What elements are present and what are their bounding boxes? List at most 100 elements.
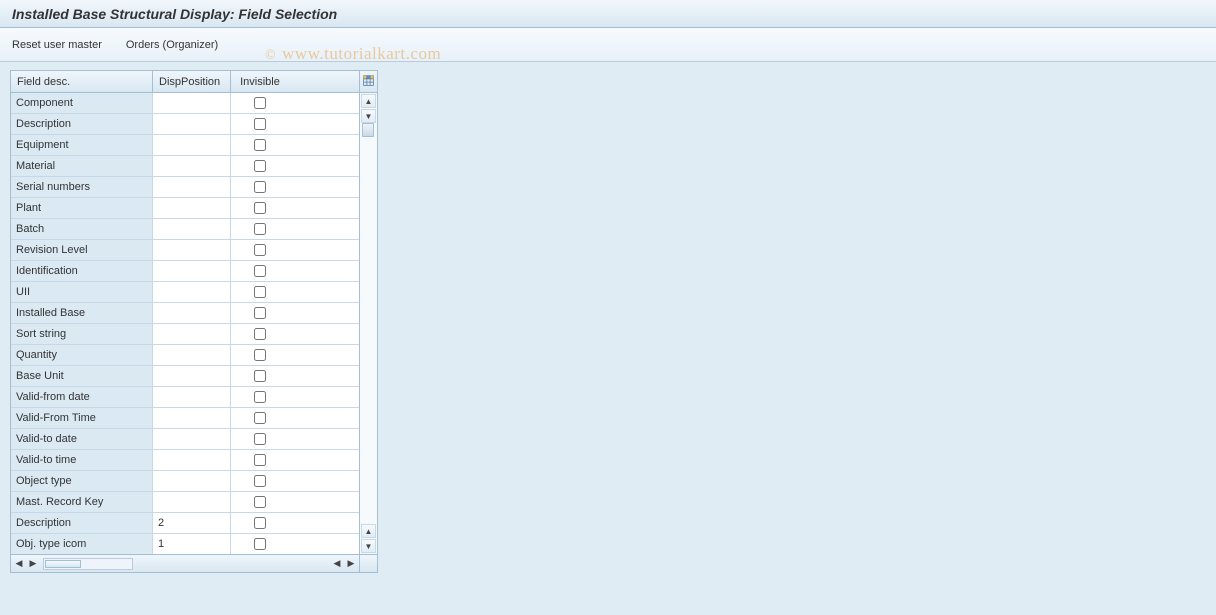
- scroll-right-icon[interactable]: ▶: [27, 558, 39, 570]
- orders-organizer-button[interactable]: Orders (Organizer): [126, 39, 218, 51]
- field-desc-cell[interactable]: Quantity: [11, 345, 153, 365]
- field-desc-cell[interactable]: Description: [11, 114, 153, 134]
- disp-position-input[interactable]: [158, 200, 225, 216]
- invisible-checkbox[interactable]: [254, 286, 266, 298]
- disp-position-cell[interactable]: [153, 429, 231, 449]
- disp-position-cell[interactable]: [153, 261, 231, 281]
- scroll-left-icon[interactable]: ◀: [13, 558, 25, 570]
- disp-position-cell[interactable]: [153, 513, 231, 533]
- field-desc-cell[interactable]: Serial numbers: [11, 177, 153, 197]
- column-header-invisible[interactable]: Invisible: [231, 71, 289, 92]
- invisible-checkbox[interactable]: [254, 538, 266, 550]
- scroll-page-down-icon[interactable]: ▲: [361, 524, 376, 538]
- invisible-checkbox[interactable]: [254, 118, 266, 130]
- field-desc-cell[interactable]: Description: [11, 513, 153, 533]
- disp-position-cell[interactable]: [153, 135, 231, 155]
- disp-position-cell[interactable]: [153, 219, 231, 239]
- field-desc-cell[interactable]: Valid-from date: [11, 387, 153, 407]
- disp-position-input[interactable]: [158, 137, 225, 153]
- hscroll-thumb[interactable]: [45, 560, 81, 568]
- invisible-checkbox[interactable]: [254, 391, 266, 403]
- disp-position-cell[interactable]: [153, 366, 231, 386]
- scroll-page-up-icon[interactable]: ▼: [361, 109, 376, 123]
- disp-position-cell[interactable]: [153, 492, 231, 512]
- disp-position-input[interactable]: [158, 221, 225, 237]
- field-desc-cell[interactable]: Equipment: [11, 135, 153, 155]
- invisible-checkbox[interactable]: [254, 265, 266, 277]
- field-desc-cell[interactable]: Mast. Record Key: [11, 492, 153, 512]
- field-desc-cell[interactable]: Material: [11, 156, 153, 176]
- disp-position-cell[interactable]: [153, 471, 231, 491]
- disp-position-cell[interactable]: [153, 534, 231, 554]
- disp-position-cell[interactable]: [153, 282, 231, 302]
- invisible-checkbox[interactable]: [254, 223, 266, 235]
- invisible-checkbox[interactable]: [254, 181, 266, 193]
- field-desc-cell[interactable]: Object type: [11, 471, 153, 491]
- field-desc-cell[interactable]: Base Unit: [11, 366, 153, 386]
- invisible-checkbox[interactable]: [254, 97, 266, 109]
- invisible-checkbox[interactable]: [254, 412, 266, 424]
- disp-position-input[interactable]: [158, 536, 225, 552]
- disp-position-cell[interactable]: [153, 198, 231, 218]
- invisible-checkbox[interactable]: [254, 517, 266, 529]
- disp-position-cell[interactable]: [153, 408, 231, 428]
- disp-position-input[interactable]: [158, 263, 225, 279]
- disp-position-cell[interactable]: [153, 387, 231, 407]
- invisible-checkbox[interactable]: [254, 475, 266, 487]
- disp-position-cell[interactable]: [153, 156, 231, 176]
- reset-user-master-button[interactable]: Reset user master: [12, 39, 102, 51]
- field-desc-cell[interactable]: Valid-to date: [11, 429, 153, 449]
- column-header-desc[interactable]: Field desc.: [11, 71, 153, 92]
- disp-position-input[interactable]: [158, 452, 225, 468]
- disp-position-cell[interactable]: [153, 93, 231, 113]
- disp-position-input[interactable]: [158, 284, 225, 300]
- invisible-checkbox[interactable]: [254, 370, 266, 382]
- invisible-checkbox[interactable]: [254, 160, 266, 172]
- field-desc-cell[interactable]: Valid-From Time: [11, 408, 153, 428]
- field-desc-cell[interactable]: Revision Level: [11, 240, 153, 260]
- field-desc-cell[interactable]: UII: [11, 282, 153, 302]
- disp-position-input[interactable]: [158, 515, 225, 531]
- table-settings-button[interactable]: [360, 71, 377, 93]
- disp-position-cell[interactable]: [153, 324, 231, 344]
- invisible-checkbox[interactable]: [254, 202, 266, 214]
- invisible-checkbox[interactable]: [254, 433, 266, 445]
- field-desc-cell[interactable]: Plant: [11, 198, 153, 218]
- scroll-up-icon[interactable]: ▲: [361, 94, 376, 108]
- disp-position-cell[interactable]: [153, 345, 231, 365]
- disp-position-input[interactable]: [158, 95, 225, 111]
- disp-position-input[interactable]: [158, 494, 225, 510]
- column-header-position[interactable]: DispPosition: [153, 71, 231, 92]
- invisible-checkbox[interactable]: [254, 349, 266, 361]
- invisible-checkbox[interactable]: [254, 139, 266, 151]
- field-desc-cell[interactable]: Component: [11, 93, 153, 113]
- invisible-checkbox[interactable]: [254, 244, 266, 256]
- disp-position-input[interactable]: [158, 431, 225, 447]
- disp-position-input[interactable]: [158, 179, 225, 195]
- disp-position-input[interactable]: [158, 305, 225, 321]
- field-desc-cell[interactable]: Obj. type icom: [11, 534, 153, 554]
- invisible-checkbox[interactable]: [254, 454, 266, 466]
- disp-position-cell[interactable]: [153, 303, 231, 323]
- scroll-down-icon[interactable]: ▼: [361, 539, 376, 553]
- invisible-checkbox[interactable]: [254, 496, 266, 508]
- disp-position-input[interactable]: [158, 410, 225, 426]
- disp-position-input[interactable]: [158, 158, 225, 174]
- scroll-left-end-icon[interactable]: ◀: [331, 558, 343, 570]
- field-desc-cell[interactable]: Sort string: [11, 324, 153, 344]
- disp-position-cell[interactable]: [153, 240, 231, 260]
- invisible-checkbox[interactable]: [254, 307, 266, 319]
- field-desc-cell[interactable]: Installed Base: [11, 303, 153, 323]
- disp-position-input[interactable]: [158, 326, 225, 342]
- disp-position-input[interactable]: [158, 473, 225, 489]
- disp-position-cell[interactable]: [153, 450, 231, 470]
- vscroll-thumb[interactable]: [362, 123, 374, 137]
- field-desc-cell[interactable]: Valid-to time: [11, 450, 153, 470]
- hscroll-track[interactable]: [43, 558, 133, 570]
- scroll-right-end-icon[interactable]: ▶: [345, 558, 357, 570]
- disp-position-input[interactable]: [158, 347, 225, 363]
- disp-position-input[interactable]: [158, 242, 225, 258]
- disp-position-input[interactable]: [158, 116, 225, 132]
- disp-position-cell[interactable]: [153, 114, 231, 134]
- field-desc-cell[interactable]: Identification: [11, 261, 153, 281]
